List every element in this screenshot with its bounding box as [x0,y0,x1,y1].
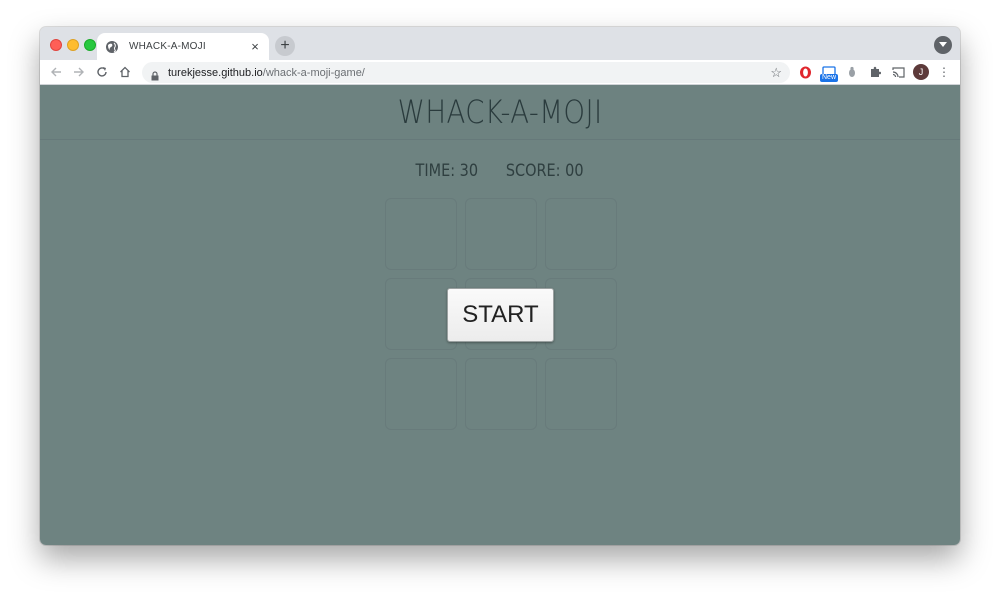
new-tab-button[interactable]: + [275,36,295,56]
browser-toolbar: turekjesse.github.io/whack-a-moji-game/ … [40,60,960,85]
page-content: WHACK-A-MOJI TIME: 30 SCORE: 00 START [40,85,960,545]
start-button[interactable]: START [447,288,554,342]
tab-whack-a-moji[interactable]: WHACK-A-MOJI × [97,33,269,60]
close-window-button[interactable] [50,39,62,51]
game-stats: TIME: 30 SCORE: 00 [40,161,960,181]
browser-window: WHACK-A-MOJI × + turekjesse.github.io/wh… [40,27,960,545]
url-domain: turekjesse.github.io [168,66,263,79]
extensions-puzzle-icon[interactable] [867,64,883,80]
tab-close-icon[interactable]: × [249,40,261,53]
page-header: WHACK-A-MOJI [40,85,960,140]
globe-icon [105,40,119,54]
grid-cell[interactable] [385,358,457,430]
grid-cell[interactable] [545,358,617,430]
score-display: SCORE: 00 [505,161,584,181]
home-icon[interactable] [117,64,133,80]
tab-title: WHACK-A-MOJI [129,41,206,52]
minimize-window-button[interactable] [67,39,79,51]
page-title: WHACK-A-MOJI [397,93,603,131]
time-display: TIME: 30 [415,161,478,181]
tab-strip: WHACK-A-MOJI × + [40,27,960,60]
tab-search-icon[interactable] [934,36,952,54]
new-badge: New [820,74,839,82]
grid-cell[interactable] [385,198,457,270]
grid-cell[interactable] [545,278,617,350]
url-path: /whack-a-moji-game/ [262,66,365,79]
grid-cell[interactable] [465,358,537,430]
maximize-window-button[interactable] [84,39,96,51]
reload-icon[interactable] [94,64,110,80]
grid-cell[interactable] [545,198,617,270]
lock-icon [150,68,160,80]
profile-avatar[interactable]: J [913,64,929,80]
kebab-menu-icon[interactable]: ⋮ [938,63,950,81]
cast-icon[interactable] [890,64,906,80]
back-arrow-icon[interactable] [48,64,64,80]
address-bar[interactable]: turekjesse.github.io/whack-a-moji-game/ … [142,62,790,83]
grid-cell[interactable] [465,198,537,270]
bug-extension-icon[interactable] [844,64,860,80]
opera-extension-icon[interactable] [797,64,813,80]
bookmark-star-icon[interactable]: ☆ [770,65,782,81]
forward-arrow-icon[interactable] [71,64,87,80]
